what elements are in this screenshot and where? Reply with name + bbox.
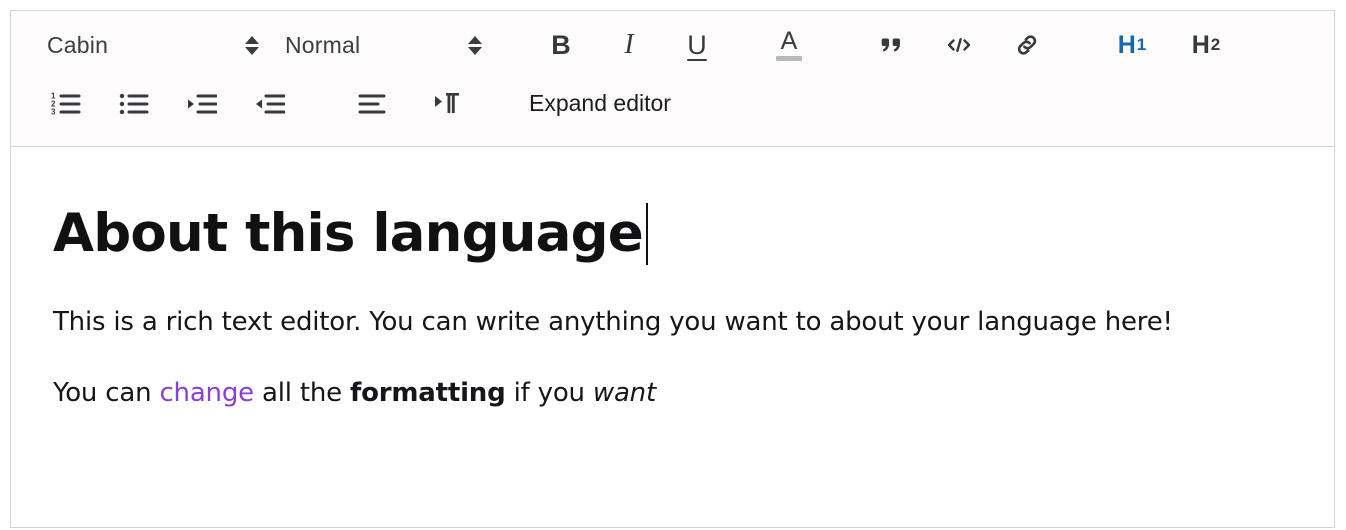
expand-editor-button[interactable]: Expand editor [529, 90, 671, 117]
text-color-button[interactable]: A [766, 21, 812, 69]
link-icon [1017, 35, 1037, 55]
heading-2-button[interactable]: H2 [1180, 23, 1232, 67]
paragraph-2-italic-text: want [592, 378, 656, 408]
code-icon [947, 38, 971, 52]
paragraph-2-colored-text: change [159, 378, 254, 408]
editor-toolbar: Cabin Normal B I U A H 1 H 2 1 2 3 Expan… [11, 11, 1334, 147]
document-paragraph-1[interactable]: This is a rich text editor. You can writ… [53, 303, 1294, 342]
blockquote-icon [881, 38, 900, 52]
link-button[interactable] [1004, 23, 1050, 67]
text-caret [645, 203, 648, 265]
text-color-swatch [776, 56, 802, 61]
chevron-updown-icon [245, 35, 259, 55]
document-title-text: About this language [53, 203, 644, 265]
paragraph-2-part-3: if you [505, 378, 593, 408]
document-editing-area[interactable]: About this language This is a rich text … [11, 147, 1334, 527]
paragraph-2-bold-text: formatting [350, 378, 506, 408]
chevron-updown-icon [468, 35, 482, 55]
document-paragraph-2[interactable]: You can change all the formatting if you… [53, 374, 1294, 413]
ordered-list-icon: 1 2 3 [51, 92, 81, 117]
align-left-icon [358, 94, 386, 114]
text-direction-button[interactable] [425, 81, 471, 125]
toolbar-row-primary: Cabin Normal B I U A H 1 H 2 [11, 11, 1334, 79]
heading-2-level: 2 [1210, 35, 1221, 54]
toolbar-row-secondary: 1 2 3 Expand editor [11, 73, 1334, 133]
indent-decrease-icon [256, 94, 285, 114]
bullet-list-button[interactable] [111, 81, 157, 125]
heading-2-letter: H [1191, 30, 1210, 59]
heading-1-button[interactable]: H1 [1106, 23, 1158, 67]
text-direction-ltr-icon [435, 93, 459, 113]
ordered-list-button[interactable]: 1 2 3 [43, 81, 89, 125]
rich-text-editor: Cabin Normal B I U A H 1 H 2 1 2 3 Expan… [10, 10, 1335, 528]
indent-increase-button[interactable] [179, 81, 225, 125]
font-family-value: Cabin [47, 31, 109, 58]
heading-1-letter: H [1117, 30, 1136, 59]
code-button[interactable] [936, 23, 982, 67]
underline-button[interactable]: U [674, 23, 720, 67]
paragraph-2-part-2: all the [253, 378, 350, 408]
align-left-button[interactable] [349, 81, 395, 125]
paragraph-1-text: This is a rich text editor. You can writ… [53, 307, 1173, 337]
font-family-select[interactable]: Cabin [47, 32, 259, 59]
indent-decrease-button[interactable] [247, 81, 293, 125]
paragraph-format-value: Normal [285, 31, 361, 58]
paragraph-format-select[interactable]: Normal [285, 32, 482, 59]
indent-increase-icon [188, 94, 217, 114]
heading-1-level: 1 [1136, 35, 1147, 54]
svg-text:3: 3 [51, 108, 56, 117]
italic-button[interactable]: I [606, 23, 652, 67]
bold-button[interactable]: B [538, 23, 584, 67]
text-color-letter: A [780, 27, 798, 55]
document-title[interactable]: About this language [53, 203, 1294, 265]
blockquote-button[interactable] [868, 23, 914, 67]
paragraph-2-part-1: You can [53, 378, 160, 408]
bullet-list-icon [119, 93, 149, 115]
